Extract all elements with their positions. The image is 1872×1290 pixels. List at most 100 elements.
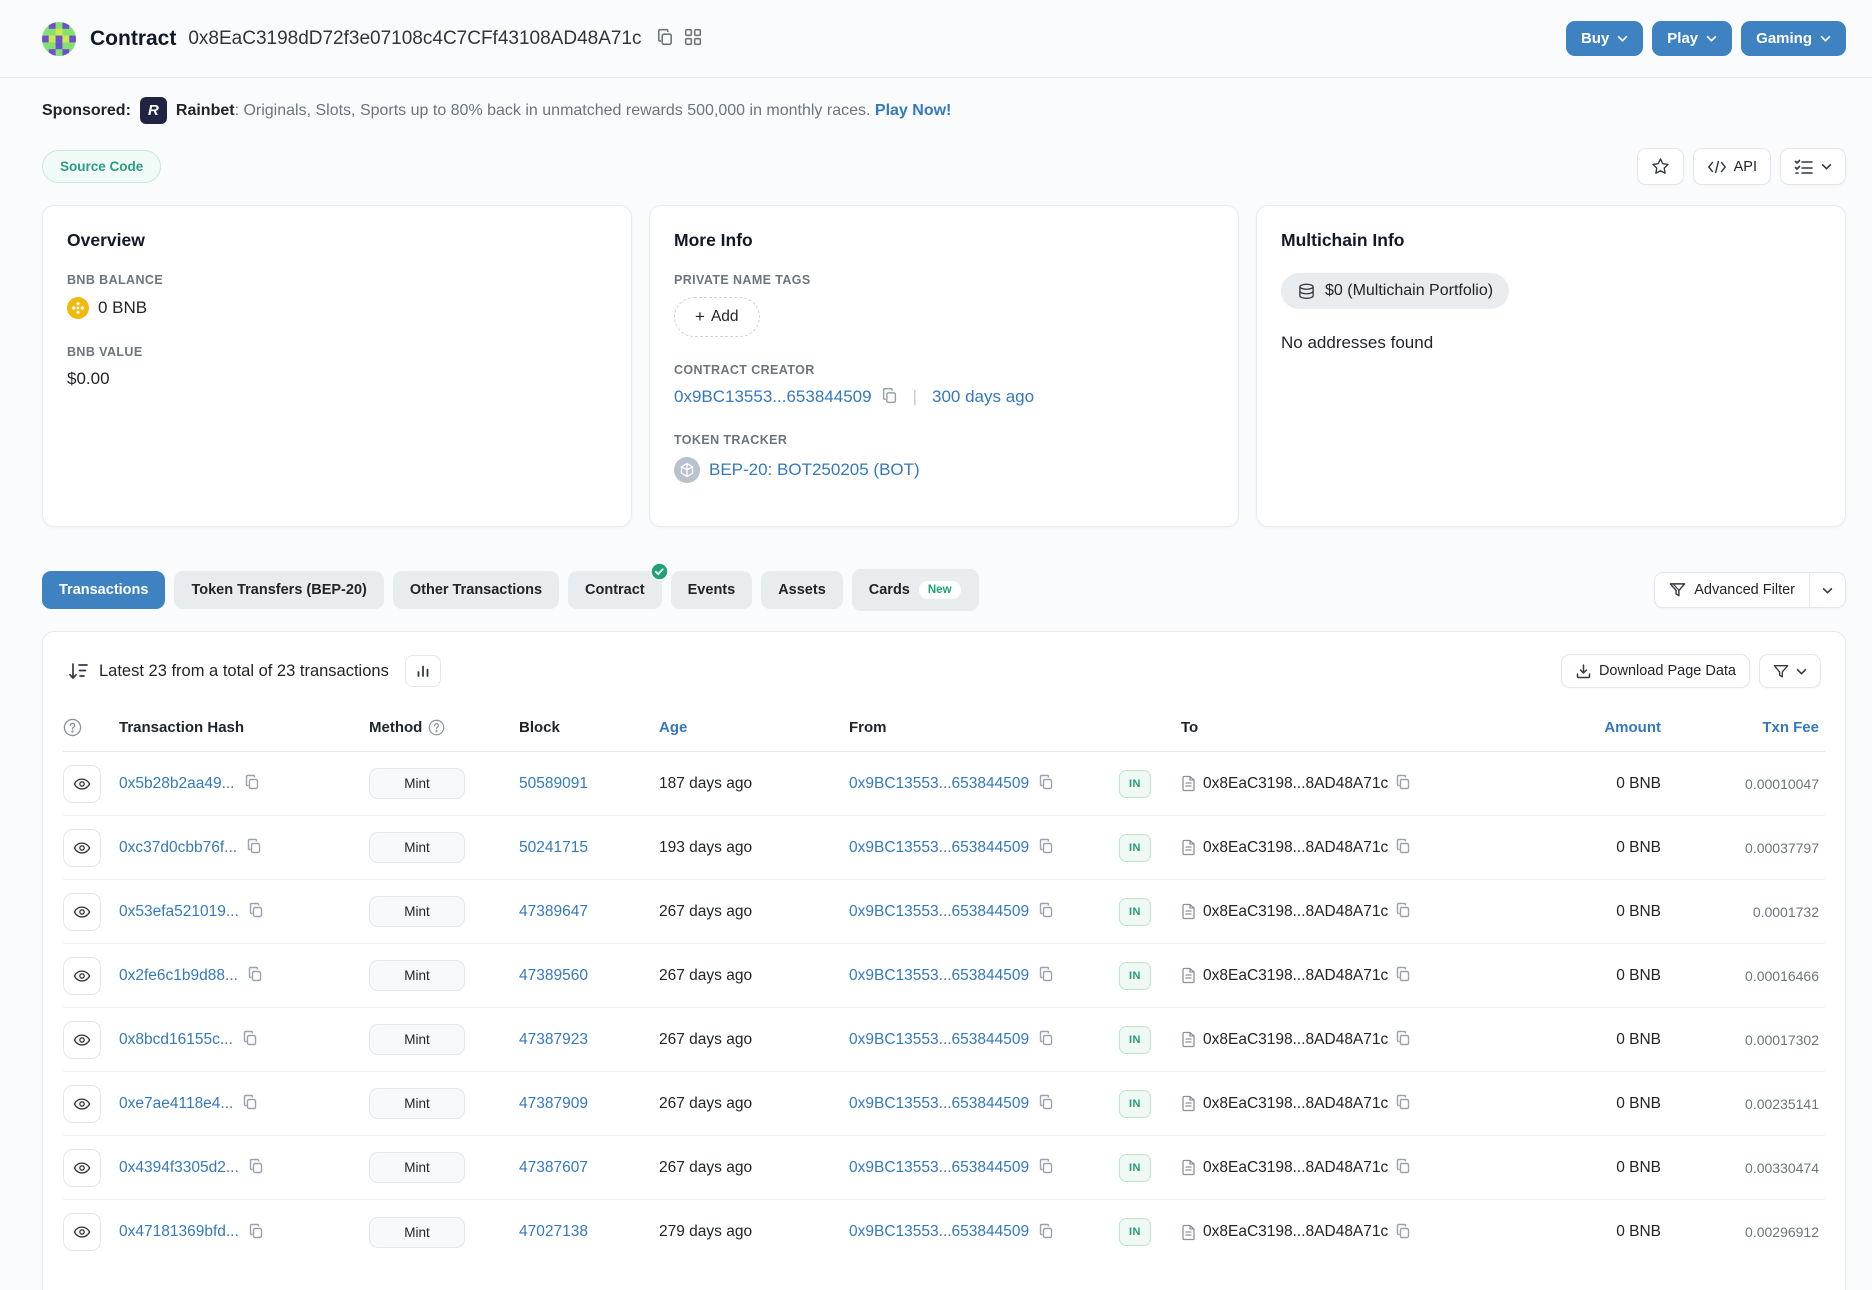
advanced-filter-dropdown[interactable] xyxy=(1809,573,1845,607)
preview-transaction-button[interactable] xyxy=(63,1213,101,1251)
preview-transaction-button[interactable] xyxy=(63,1021,101,1059)
transaction-hash-link[interactable]: 0x2fe6c1b9d88... xyxy=(119,967,238,985)
contract-file-icon xyxy=(1181,775,1196,792)
token-tracker-link[interactable]: BEP-20: BOT250205 (BOT) xyxy=(709,460,920,480)
col-amount-sort[interactable]: Amount xyxy=(1473,719,1675,736)
col-txn-fee-sort[interactable]: Txn Fee xyxy=(1675,719,1825,736)
txn-fee-cell: 0.00330474 xyxy=(1675,1160,1825,1176)
copy-to-button[interactable] xyxy=(1395,774,1411,793)
gaming-button[interactable]: Gaming xyxy=(1741,21,1846,56)
preview-transaction-button[interactable] xyxy=(63,765,101,803)
chevron-down-icon xyxy=(1706,35,1717,42)
qr-code-button[interactable] xyxy=(684,28,702,49)
preview-transaction-button[interactable] xyxy=(63,957,101,995)
copy-creator-button[interactable] xyxy=(881,387,898,407)
favorite-button[interactable] xyxy=(1637,148,1684,185)
copy-hash-button[interactable] xyxy=(248,902,264,921)
copy-to-button[interactable] xyxy=(1395,1158,1411,1177)
preview-transaction-button[interactable] xyxy=(63,829,101,867)
copy-address-button[interactable] xyxy=(656,28,674,49)
copy-to-button[interactable] xyxy=(1395,1094,1411,1113)
copy-hash-button[interactable] xyxy=(246,838,262,857)
col-age-sort[interactable]: Age xyxy=(659,719,849,736)
block-link[interactable]: 50589091 xyxy=(519,775,588,792)
transaction-hash-link[interactable]: 0xc37d0cbb76f... xyxy=(119,839,237,857)
chart-view-button[interactable] xyxy=(405,655,441,687)
tab-token-transfers[interactable]: Token Transfers (BEP-20) xyxy=(174,571,383,609)
table-row: 0x4394f3305d2... Mint 47387607 267 days … xyxy=(63,1136,1825,1200)
divider: | xyxy=(913,387,917,407)
more-options-button[interactable] xyxy=(1780,148,1846,185)
source-code-badge[interactable]: Source Code xyxy=(42,150,161,183)
transaction-hash-link[interactable]: 0xe7ae4118e4... xyxy=(119,1095,233,1113)
multichain-portfolio-button[interactable]: $0 (Multichain Portfolio) xyxy=(1281,273,1509,309)
transaction-hash-link[interactable]: 0x47181369bfd... xyxy=(119,1223,239,1241)
copy-from-button[interactable] xyxy=(1038,1223,1054,1242)
copy-hash-button[interactable] xyxy=(247,966,263,985)
copy-from-button[interactable] xyxy=(1038,966,1054,985)
preview-transaction-button[interactable] xyxy=(63,1085,101,1123)
preview-transaction-button[interactable] xyxy=(63,893,101,931)
preview-transaction-button[interactable] xyxy=(63,1149,101,1187)
download-page-data-button[interactable]: Download Page Data xyxy=(1561,654,1750,688)
help-icon[interactable] xyxy=(428,719,445,736)
transaction-hash-link[interactable]: 0x53efa521019... xyxy=(119,903,239,921)
copy-from-button[interactable] xyxy=(1038,902,1054,921)
block-link[interactable]: 47387909 xyxy=(519,1095,588,1112)
from-address-link[interactable]: 0x9BC13553...653844509 xyxy=(849,903,1029,921)
copy-hash-button[interactable] xyxy=(248,1158,264,1177)
copy-from-button[interactable] xyxy=(1038,774,1054,793)
copy-from-button[interactable] xyxy=(1038,838,1054,857)
from-address-link[interactable]: 0x9BC13553...653844509 xyxy=(849,775,1029,793)
copy-from-button[interactable] xyxy=(1038,1158,1054,1177)
help-icon[interactable] xyxy=(63,718,82,737)
tab-contract[interactable]: Contract xyxy=(568,571,662,609)
api-button[interactable]: API xyxy=(1693,148,1771,185)
play-button[interactable]: Play xyxy=(1652,21,1732,56)
advanced-filter-label: Advanced Filter xyxy=(1694,582,1795,598)
transaction-hash-link[interactable]: 0x8bcd16155c... xyxy=(119,1031,233,1049)
block-link[interactable]: 47389560 xyxy=(519,967,588,984)
amount-cell: 0 BNB xyxy=(1473,1031,1675,1049)
from-address-link[interactable]: 0x9BC13553...653844509 xyxy=(849,1095,1029,1113)
play-now-link[interactable]: Play Now! xyxy=(875,102,951,119)
buy-button[interactable]: Buy xyxy=(1566,21,1643,56)
block-link[interactable]: 50241715 xyxy=(519,839,588,856)
copy-to-button[interactable] xyxy=(1395,1223,1411,1242)
block-link[interactable]: 47387607 xyxy=(519,1159,588,1176)
tab-assets[interactable]: Assets xyxy=(761,571,843,609)
from-address-link[interactable]: 0x9BC13553...653844509 xyxy=(849,1223,1029,1241)
filter-dropdown-button[interactable] xyxy=(1759,654,1821,688)
copy-from-button[interactable] xyxy=(1038,1030,1054,1049)
copy-from-button[interactable] xyxy=(1038,1094,1054,1113)
creator-address-link[interactable]: 0x9BC13553...653844509 xyxy=(674,387,872,407)
copy-hash-button[interactable] xyxy=(242,1094,258,1113)
copy-hash-button[interactable] xyxy=(244,774,260,793)
from-address-link[interactable]: 0x9BC13553...653844509 xyxy=(849,967,1029,985)
copy-hash-button[interactable] xyxy=(248,1223,264,1242)
creation-age-link[interactable]: 300 days ago xyxy=(932,387,1034,407)
tab-events[interactable]: Events xyxy=(671,571,753,609)
bar-chart-icon xyxy=(416,664,430,678)
from-address-link[interactable]: 0x9BC13553...653844509 xyxy=(849,1031,1029,1049)
block-link[interactable]: 47027138 xyxy=(519,1223,588,1240)
block-link[interactable]: 47387923 xyxy=(519,1031,588,1048)
copy-to-button[interactable] xyxy=(1395,1030,1411,1049)
col-transaction-hash: Transaction Hash xyxy=(119,719,369,736)
copy-to-button[interactable] xyxy=(1395,838,1411,857)
block-link[interactable]: 47389647 xyxy=(519,903,588,920)
from-address-link[interactable]: 0x9BC13553...653844509 xyxy=(849,839,1029,857)
copy-to-button[interactable] xyxy=(1395,966,1411,985)
transaction-hash-link[interactable]: 0x4394f3305d2... xyxy=(119,1159,239,1177)
tab-cards[interactable]: Cards New xyxy=(852,569,979,611)
copy-hash-button[interactable] xyxy=(242,1030,258,1049)
transaction-hash-link[interactable]: 0x5b28b2aa49... xyxy=(119,775,235,793)
funnel-icon xyxy=(1773,664,1789,679)
add-name-tag-button[interactable]: + Add xyxy=(674,297,760,337)
tab-other-transactions[interactable]: Other Transactions xyxy=(393,571,559,609)
advanced-filter-main[interactable]: Advanced Filter xyxy=(1655,573,1809,607)
copy-to-button[interactable] xyxy=(1395,902,1411,921)
txn-fee-cell: 0.00010047 xyxy=(1675,776,1825,792)
from-address-link[interactable]: 0x9BC13553...653844509 xyxy=(849,1159,1029,1177)
tab-transactions[interactable]: Transactions xyxy=(42,571,165,609)
